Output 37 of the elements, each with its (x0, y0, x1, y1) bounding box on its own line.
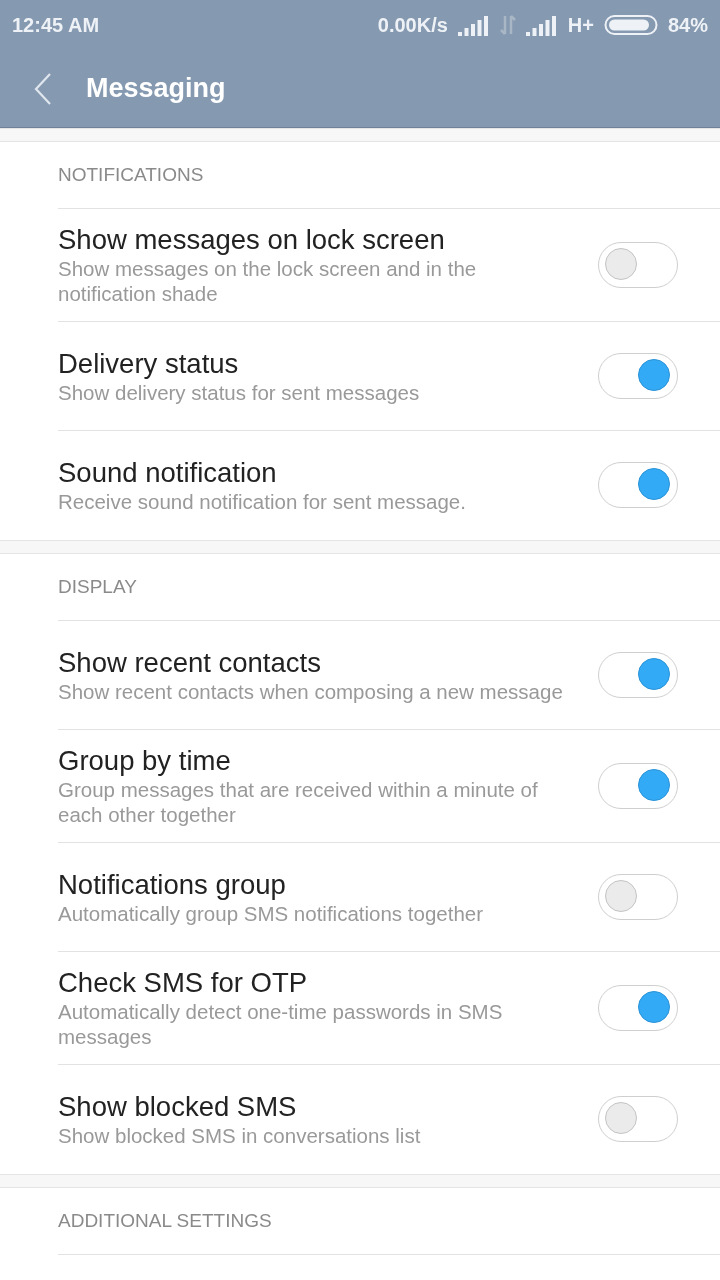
signal-icon (457, 14, 490, 36)
network-type: H+ (567, 13, 594, 37)
section-header: ADDITIONAL SETTINGS (58, 1188, 720, 1255)
setting-title: Group by time (58, 745, 232, 777)
section-header: DISPLAY (58, 554, 720, 621)
status-time: 12:45 AM (12, 13, 100, 37)
setting-title: Show recent contacts (58, 646, 322, 679)
setting-title: Check SMS for OTP (58, 967, 309, 999)
toggle-switch[interactable] (598, 242, 678, 288)
setting-description: Show recent contacts when composing a new message (58, 678, 564, 704)
toggle-switch[interactable] (598, 652, 678, 698)
data-arrows-icon (499, 14, 516, 36)
toggle-switch[interactable] (598, 1096, 678, 1142)
setting-title: Delivery status (58, 347, 240, 380)
setting-title: Sound notification (58, 456, 278, 489)
setting-title: Show messages on lock screen (58, 224, 446, 256)
network-speed: 0.00K/s (377, 13, 448, 37)
setting-description: Show messages on the lock screen and in the notification shade (58, 256, 478, 306)
setting-description: Automatically group SMS notifications together (58, 900, 485, 926)
toggle-switch[interactable] (598, 874, 678, 920)
toggle-switch[interactable] (598, 353, 678, 399)
section-header: NOTIFICATIONS (58, 142, 720, 209)
toolbar-title: Messaging (86, 73, 226, 104)
toggle-switch[interactable] (598, 763, 678, 809)
battery-icon (603, 14, 658, 36)
setting-description: Group messages that are received within a minute of each other together (58, 777, 539, 827)
toggle-switch[interactable] (598, 462, 678, 508)
setting-title: Notifications group (58, 868, 287, 901)
battery-level: 84% (667, 13, 708, 37)
toggle-switch[interactable] (598, 985, 678, 1031)
setting-description: Automatically detect one-time passwords in SMS messages (58, 999, 504, 1049)
setting-title: Show blocked SMS (58, 1090, 298, 1123)
setting-description: Receive sound notification for sent message. (58, 488, 467, 514)
setting-description: Show delivery status for sent messages (58, 379, 421, 405)
back-icon[interactable] (34, 71, 52, 106)
signal-icon (525, 14, 558, 36)
setting-description: Show blocked SMS in conversations list (58, 1122, 422, 1148)
